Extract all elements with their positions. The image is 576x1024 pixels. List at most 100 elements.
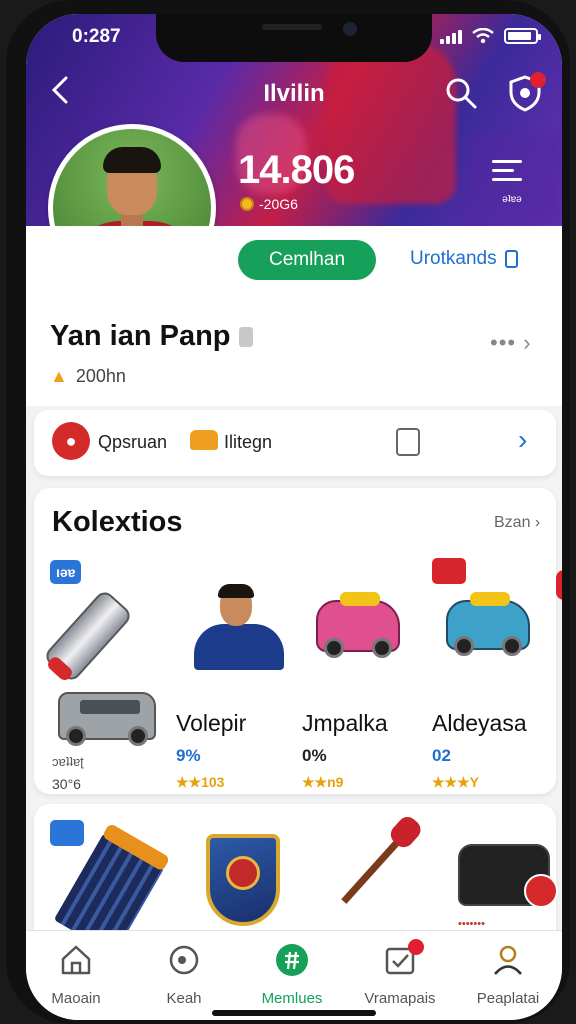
item-stars: ★★n9 — [302, 774, 344, 790]
link-label: Urotkands — [410, 248, 497, 269]
item-percent: 9% — [176, 746, 201, 765]
notification-badge — [530, 72, 546, 88]
tab-label: Vramapais — [364, 990, 436, 1007]
info-row-card[interactable]: ● Qpsruan Ilitegn › — [34, 410, 556, 476]
search-button[interactable] — [444, 76, 478, 110]
sub-value: 200hn — [75, 366, 126, 386]
notifications-button[interactable] — [508, 72, 546, 112]
collections-card: Kolextios Bzan › ıǝɐ ɔɐʇʇɐʈ 30°6 Volepir… — [34, 488, 562, 794]
info-item-1: Qpsruan — [98, 432, 168, 452]
phone-icon — [504, 250, 518, 268]
player-subline: ▲ 200hn — [50, 366, 126, 387]
tab-search[interactable]: Keah — [134, 943, 234, 1007]
clipboard-icon[interactable] — [396, 428, 420, 456]
item-percent: 02 — [432, 746, 451, 765]
collection-item-pink-car[interactable] — [316, 592, 400, 658]
phone-frame: 0:287 Ilvilin 14.806 -20G6 ǝʇɐǝ Cemlhan … — [6, 0, 570, 1024]
info-item-2: Ilitegn — [224, 432, 273, 452]
collections-more-link[interactable]: Bzan › — [494, 514, 540, 532]
category-tag: ıǝɐ — [50, 560, 82, 584]
list-button[interactable] — [492, 160, 528, 190]
van-window — [80, 700, 140, 714]
wheel — [128, 726, 148, 746]
item-stars: ★★★Y — [432, 774, 479, 790]
car-icon — [190, 430, 218, 450]
wheel — [372, 638, 392, 658]
chevron-right-icon[interactable]: › — [518, 424, 527, 456]
collections-title: Kolextios — [52, 506, 183, 538]
wheel — [454, 636, 474, 656]
chevron-left-icon — [51, 76, 68, 104]
tab-label: Memlues — [261, 990, 323, 1007]
item-name: Aldeyasa — [432, 710, 527, 736]
search-icon — [169, 945, 199, 975]
scroll-indicator — [556, 570, 562, 600]
wheel — [324, 638, 344, 658]
vehicle-tag-icon — [432, 558, 466, 584]
item-stars: ★★103 — [176, 774, 225, 790]
status-icons — [440, 28, 541, 44]
club-badge-icon: ● — [52, 422, 90, 460]
collection-item-bag[interactable] — [458, 844, 558, 908]
tab-label: Keah — [166, 990, 202, 1007]
tab-badge — [408, 939, 424, 955]
follow-button[interactable]: Cemlhan — [238, 240, 376, 280]
tab-menu[interactable]: Memlues — [242, 943, 342, 1007]
item-name: Jmpalka — [302, 710, 388, 736]
car-roof — [470, 592, 510, 606]
player-name: Yan ian Panp — [50, 320, 231, 352]
app-screen: 0:287 Ilvilin 14.806 -20G6 ǝʇɐǝ Cemlhan … — [26, 14, 562, 1020]
wifi-icon — [472, 28, 494, 44]
wheel — [66, 726, 86, 746]
van-value: 30°6 — [52, 776, 81, 792]
home-indicator[interactable] — [212, 1010, 376, 1016]
bag-label: ••••••• — [458, 918, 485, 930]
ball — [524, 874, 558, 908]
person-icon — [494, 945, 522, 975]
tab-profile[interactable]: Peaplatai — [458, 943, 558, 1007]
home-icon — [61, 945, 91, 975]
player-body — [194, 624, 284, 670]
more-button[interactable]: ••• › — [490, 330, 532, 356]
collection-item-pipe[interactable] — [42, 588, 134, 684]
link-button[interactable]: Urotkands — [410, 248, 518, 270]
pipe-cap — [45, 654, 75, 683]
tab-label: Maoain — [51, 990, 101, 1007]
cloud-tag-icon — [50, 820, 84, 846]
player-hair — [218, 584, 254, 598]
menu-icon — [276, 944, 308, 976]
collection-item-shield[interactable] — [206, 834, 280, 926]
nav-title: Ilvilin — [263, 80, 325, 107]
battery-icon — [504, 28, 541, 44]
brush-tips — [101, 822, 171, 872]
back-button[interactable] — [48, 74, 78, 110]
coin-balance: -20G6 — [240, 196, 298, 212]
list-label: ǝʇɐǝ — [502, 194, 522, 205]
collection-item-guitar[interactable] — [338, 812, 425, 908]
shield-emblem — [226, 856, 260, 890]
collections-row-2: ••••••• — [34, 804, 558, 955]
item-name: Volepir — [176, 710, 247, 736]
speaker — [262, 24, 322, 30]
collection-item-van[interactable] — [58, 692, 156, 746]
score-value: 14.806 — [238, 148, 355, 192]
notch — [156, 14, 432, 62]
signal-icon — [440, 28, 462, 44]
tab-home[interactable]: Maoain — [26, 943, 126, 1007]
item-percent: 0% — [302, 746, 327, 765]
wheel — [502, 636, 522, 656]
collection-item-player[interactable] — [194, 584, 284, 670]
coin-value: -20G6 — [259, 196, 298, 212]
tab-tasks[interactable]: Vramapais — [350, 939, 450, 1007]
tab-label: Peaplatai — [476, 990, 540, 1007]
avatar-hair — [103, 147, 161, 173]
search-icon — [446, 78, 477, 109]
status-time: 0:287 — [72, 26, 121, 47]
flame-icon: ▲ — [50, 366, 68, 386]
collection-item-blue-car[interactable] — [446, 592, 530, 656]
bottom-tab-bar: Maoain Keah Memlues Vramapais Peaplatai — [26, 930, 562, 1020]
car-roof — [340, 592, 380, 606]
van-label: ɔɐʇʇɐʈ — [52, 754, 84, 769]
coin-icon — [240, 197, 254, 211]
player-name-row: Yan ian Panp — [50, 320, 253, 353]
